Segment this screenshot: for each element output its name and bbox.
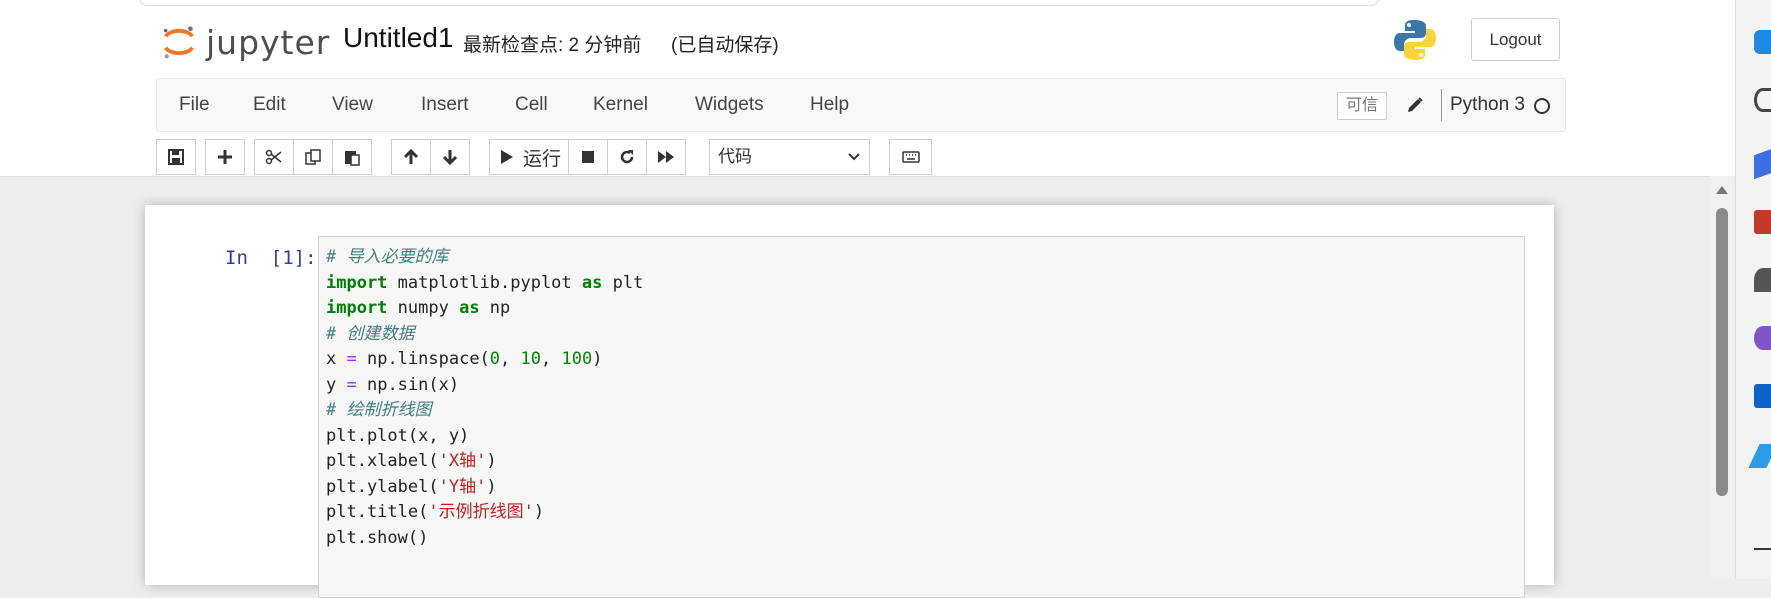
cell-type-select[interactable]: 代码 xyxy=(709,139,870,175)
notebook-header: jupyter Untitled1 最新检查点: 2 分钟前 (已自动保存) L… xyxy=(0,8,1735,177)
browser-sidebar xyxy=(1735,0,1771,579)
restart-icon xyxy=(620,150,634,164)
paste-button[interactable] xyxy=(332,139,372,175)
code-comment: # 创建数据 xyxy=(326,323,415,344)
kernel-divider xyxy=(1441,89,1442,121)
code-line: # 绘制折线图 xyxy=(326,398,643,424)
cell-type-value: 代码 xyxy=(718,147,752,166)
run-button[interactable]: 运行 xyxy=(489,139,569,175)
insert-cell-button[interactable] xyxy=(205,139,245,175)
scrollbar-thumb[interactable] xyxy=(1716,208,1728,496)
play-icon xyxy=(500,150,513,164)
plus-icon xyxy=(218,150,232,164)
add-icon[interactable] xyxy=(1754,548,1771,550)
arrow-up-icon xyxy=(403,148,419,164)
code-comment: # 绘制折线图 xyxy=(326,400,432,420)
interrupt-button[interactable] xyxy=(568,139,608,175)
kernel-idle-indicator xyxy=(1534,98,1550,114)
menu-insert[interactable]: Insert xyxy=(421,79,469,131)
menu-edit[interactable]: Edit xyxy=(253,79,286,131)
code-line: plt.plot(x, y) xyxy=(326,425,470,446)
tag-icon[interactable] xyxy=(1754,148,1771,180)
code-lines: # 导入必要的库 import matplotlib.pyplot as plt… xyxy=(326,245,643,551)
logo-text: jupyter xyxy=(206,22,331,62)
toolbox-icon[interactable] xyxy=(1754,210,1771,234)
code-line: y = np.sin(x) xyxy=(326,374,460,395)
send-icon[interactable] xyxy=(1748,444,1771,468)
checkpoint-status: 最新检查点: 2 分钟前 xyxy=(463,35,642,56)
arrow-down-icon xyxy=(442,150,458,166)
paste-icon xyxy=(345,151,360,166)
copy-button[interactable] xyxy=(293,139,333,175)
code-comment: # 导入必要的库 xyxy=(326,247,449,267)
run-all-button[interactable] xyxy=(646,139,686,175)
fast-forward-icon xyxy=(658,151,674,163)
chess-icon[interactable] xyxy=(1754,268,1771,292)
run-label: 运行 xyxy=(522,148,561,170)
menu-widgets[interactable]: Widgets xyxy=(695,79,764,131)
code-line: # 导入必要的库 xyxy=(326,245,643,271)
code-line: # 创建数据 xyxy=(326,322,643,348)
chevron-down-icon xyxy=(848,153,860,161)
outlook-icon[interactable] xyxy=(1754,384,1771,408)
menu-help[interactable]: Help xyxy=(810,79,849,131)
menu-kernel[interactable]: Kernel xyxy=(593,79,648,131)
code-line: plt.ylabel('Y轴') xyxy=(326,476,497,497)
pencil-icon[interactable] xyxy=(1405,95,1425,115)
notebook-name[interactable]: Untitled1 xyxy=(343,22,454,54)
save-button[interactable] xyxy=(156,139,196,175)
keyboard-shortcuts-button[interactable] xyxy=(889,139,932,175)
save-icon xyxy=(168,149,184,165)
menu-view[interactable]: View xyxy=(332,79,373,131)
menu-cell[interactable]: Cell xyxy=(515,79,548,131)
scroll-up-arrow-icon[interactable] xyxy=(1716,186,1728,194)
stop-icon xyxy=(582,151,594,163)
browser-address-bar-edge xyxy=(138,0,1380,6)
move-down-button[interactable] xyxy=(430,139,470,175)
move-up-button[interactable] xyxy=(391,139,431,175)
python-logo-icon xyxy=(1394,20,1436,60)
code-line: plt.title('示例折线图') xyxy=(326,502,545,522)
copilot-icon[interactable] xyxy=(1754,326,1771,350)
trusted-indicator[interactable]: 可信 xyxy=(1337,92,1388,120)
notebook-container: In [1]: # 导入必要的库 import matplotlib.pyplo… xyxy=(145,205,1554,598)
cut-button[interactable] xyxy=(254,139,294,175)
cell-prompt: In [1]: xyxy=(225,247,317,269)
keyboard-icon xyxy=(901,151,920,163)
code-line: x = np.linspace(0, 10, 100) xyxy=(326,349,603,369)
code-line: import numpy as np xyxy=(326,298,511,318)
code-line: import matplotlib.pyplot as plt xyxy=(326,272,644,293)
jupyter-logo-icon xyxy=(163,26,194,59)
menu-file[interactable]: File xyxy=(179,79,210,131)
restart-button[interactable] xyxy=(607,139,647,175)
code-cell-editor[interactable]: # 导入必要的库 import matplotlib.pyplot as plt… xyxy=(318,236,1525,598)
search-icon[interactable] xyxy=(1754,88,1771,112)
copy-icon xyxy=(305,149,321,165)
code-line: plt.show() xyxy=(326,527,429,548)
scissors-icon xyxy=(265,149,282,165)
autosave-status: (已自动保存) xyxy=(671,35,779,56)
kernel-name[interactable]: Python 3 xyxy=(1450,79,1525,131)
jupyter-logo[interactable]: jupyter xyxy=(160,18,330,66)
logout-button[interactable]: Logout xyxy=(1471,18,1560,61)
bell-icon[interactable] xyxy=(1754,30,1771,54)
code-line: plt.xlabel('X轴') xyxy=(326,451,497,471)
menubar: File Edit View Insert Cell Kernel Widget… xyxy=(156,78,1566,132)
